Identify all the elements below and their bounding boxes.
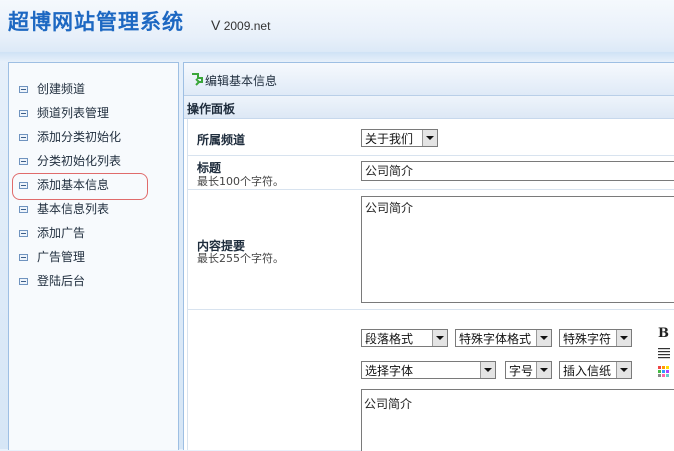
sidebar-item-label: 添加广告 (37, 226, 86, 240)
title-input[interactable]: 公司简介 (361, 161, 674, 181)
special-font-format-value: 特殊字体格式 (459, 332, 532, 346)
sidebar-item-label: 频道列表管理 (37, 106, 110, 120)
green-arrow-icon (192, 73, 203, 86)
sidebar-item-add-ad[interactable]: 添加广告 (9, 223, 178, 243)
sidebar-item-login-admin[interactable]: 登陆后台 (9, 271, 178, 291)
justify-icon[interactable] (657, 346, 671, 360)
special-char-value: 特殊字符 (563, 332, 612, 346)
chevron-down-icon (616, 330, 631, 346)
collapse-icon (19, 86, 28, 93)
font-select[interactable]: 选择字体 (361, 361, 496, 379)
channel-label: 所属频道 (197, 133, 246, 147)
sidebar-item-label: 分类初始化列表 (37, 154, 122, 168)
row-divider (187, 155, 674, 156)
site-title: 超博网站管理系统 (8, 10, 184, 34)
font-size-value: 字号 (509, 364, 534, 378)
collapse-icon (19, 254, 28, 261)
collapse-icon (19, 278, 28, 285)
insert-stationery-select[interactable]: 插入信纸 (559, 361, 632, 379)
bold-icon[interactable]: B (658, 326, 672, 341)
collapse-icon (19, 134, 28, 141)
summary-hint: 最长255个字符。 (197, 252, 284, 265)
chevron-down-icon (432, 330, 447, 346)
row-divider (187, 189, 674, 190)
font-size-select[interactable]: 字号 (505, 361, 552, 379)
channel-select[interactable]: 关于我们 (361, 129, 438, 147)
panel-title: 操作面板 (187, 102, 236, 116)
sidebar-item-label: 广告管理 (37, 250, 86, 264)
collapse-icon (19, 206, 28, 213)
collapse-icon (19, 158, 28, 165)
sidebar-item-label: 登陆后台 (37, 274, 86, 288)
chevron-down-icon (422, 130, 437, 146)
special-char-select[interactable]: 特殊字符 (559, 329, 632, 347)
version-prefix: V (211, 17, 221, 33)
editor-content: 公司简介 (364, 397, 413, 411)
collapse-icon (19, 230, 28, 237)
title-hint: 最长100个字符。 (197, 175, 284, 188)
version-number: 2009.net (223, 19, 271, 33)
page-title-bar: 编辑基本信息 (184, 63, 674, 96)
sidebar-item-label: 基本信息列表 (37, 202, 110, 216)
sidebar-item-add-category-init[interactable]: 添加分类初始化 (9, 127, 178, 147)
header-band (0, 52, 674, 62)
collapse-icon (19, 182, 28, 189)
app-header: 超博网站管理系统 V 2009.net (0, 0, 674, 53)
summary-textarea[interactable]: 公司简介 (361, 196, 674, 303)
sidebar-item-ad-management[interactable]: 广告管理 (9, 247, 178, 267)
sidebar-item-add-basic-info[interactable]: 添加基本信息 (9, 175, 178, 195)
version-label: V 2009.net (211, 17, 270, 33)
sidebar-item-label: 创建频道 (37, 82, 86, 96)
special-font-format-select[interactable]: 特殊字体格式 (455, 329, 552, 347)
sidebar-item-category-init-list[interactable]: 分类初始化列表 (9, 151, 178, 171)
chevron-down-icon (536, 362, 551, 378)
paragraph-format-select[interactable]: 段落格式 (361, 329, 448, 347)
chevron-down-icon (536, 330, 551, 346)
color-palette-icon[interactable] (657, 365, 671, 379)
sidebar-item-label: 添加基本信息 (37, 178, 110, 192)
sidebar-item-label: 添加分类初始化 (37, 130, 122, 144)
sidebar-item-create-channel[interactable]: 创建频道 (9, 79, 178, 99)
main-content: 编辑基本信息 操作面板 所属频道 关于我们 标题 最长100个字符。 公司简介 … (183, 62, 674, 451)
paragraph-format-value: 段落格式 (365, 332, 414, 346)
insert-stationery-value: 插入信纸 (563, 364, 612, 378)
table-left-border (187, 119, 188, 450)
chevron-down-icon (480, 362, 495, 378)
font-select-value: 选择字体 (365, 364, 414, 378)
panel-header: 操作面板 (184, 96, 674, 119)
row-divider (187, 309, 674, 310)
collapse-icon (19, 110, 28, 117)
channel-select-value: 关于我们 (365, 132, 414, 146)
sidebar-item-basic-info-list[interactable]: 基本信息列表 (9, 199, 178, 219)
sidebar-item-channel-list[interactable]: 频道列表管理 (9, 103, 178, 123)
page-title: 编辑基本信息 (205, 74, 278, 88)
chevron-down-icon (616, 362, 631, 378)
sidebar: 创建频道 频道列表管理 添加分类初始化 分类初始化列表 添加基本信息 基本信息列… (8, 62, 179, 450)
